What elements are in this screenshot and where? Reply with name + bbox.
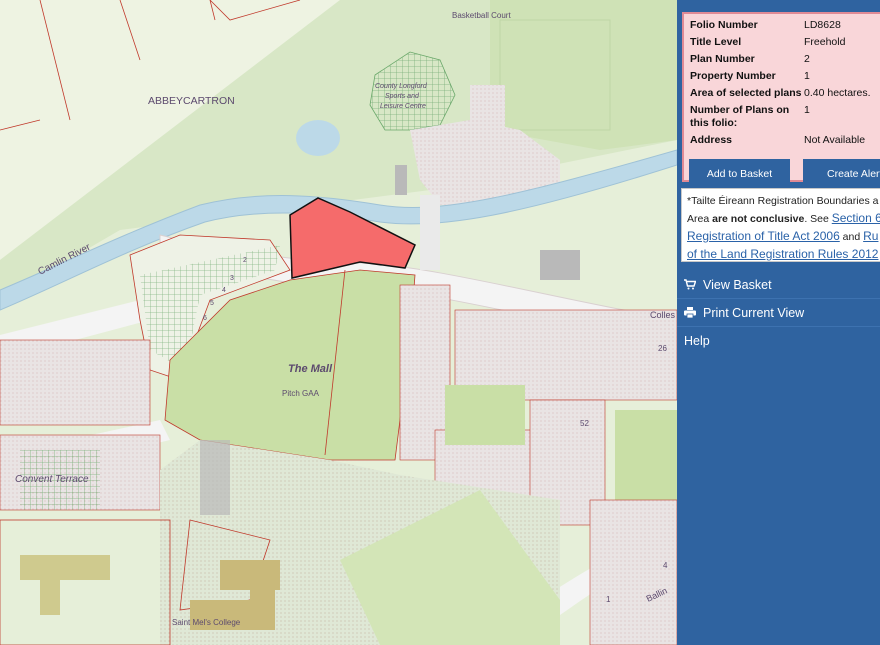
building-east	[540, 250, 580, 280]
print-view-label: Print Current View	[703, 305, 805, 320]
colles-road-label: Colles	[650, 310, 676, 320]
college-label: Saint Mel's College	[172, 618, 241, 627]
folio-row-label: Plan Number	[690, 53, 755, 65]
folio-row-value: Not Available	[804, 134, 866, 146]
map-canvas[interactable]: ABBEYCARTRON Camlin River Basketball Cou…	[0, 0, 677, 645]
folio-row: Plan Number 2	[690, 52, 880, 69]
folio-row: Number of Plans on this folio: 1	[690, 103, 880, 133]
house-number-1: 1	[606, 595, 611, 604]
folio-row: Property Number 1	[690, 69, 880, 86]
print-view-menu-item[interactable]: Print Current View	[677, 299, 880, 327]
building-shed	[395, 165, 407, 195]
plot-number-5: 5	[210, 300, 214, 307]
disclaimer-line-4: of the Land Registration Rules 2012	[687, 246, 880, 261]
house-number-26: 26	[658, 344, 667, 353]
car-park	[200, 440, 230, 515]
boundary-disclaimer: *Tailte Éireann Registration Boundaries …	[681, 188, 880, 262]
folio-row-value: 1	[804, 70, 810, 82]
disclaimer-line-2: Area are not conclusive. See Section 6	[687, 210, 880, 228]
folio-row-label: Area of selected plans	[690, 87, 802, 99]
cart-icon	[677, 279, 703, 290]
folio-row: Address Not Available	[690, 133, 880, 150]
section-6-link[interactable]: Section 6	[832, 211, 880, 225]
registration-act-link[interactable]: Registration of Title Act 2006	[687, 229, 840, 243]
disclaimer-bold: are not conclusive	[712, 213, 805, 225]
folio-info-box: Folio Number LD8628 Title Level Freehold Pla…	[682, 12, 880, 189]
basketball-label: Basketball Court	[452, 11, 511, 20]
view-basket-menu-item[interactable]: View Basket	[677, 271, 880, 299]
create-alert-button[interactable]: Create Alert	[803, 159, 880, 189]
help-menu-item[interactable]: Help	[677, 327, 880, 355]
folio-row: Title Level Freehold	[690, 35, 880, 52]
folio-row: Folio Number LD8628	[690, 18, 880, 35]
townland-label: ABBEYCARTRON	[148, 95, 235, 107]
folio-row-value: Freehold	[804, 36, 846, 48]
folio-row-value: LD8628	[804, 19, 841, 31]
folio-row-value: 1	[804, 104, 810, 116]
map-view[interactable]: ABBEYCARTRON Camlin River Basketball Cou…	[0, 0, 677, 645]
printer-icon	[677, 307, 703, 318]
view-basket-label: View Basket	[703, 277, 772, 292]
folio-row-label: Address	[690, 134, 733, 146]
folio-info-table: Folio Number LD8628 Title Level Freehold Pla…	[690, 18, 880, 150]
plot-number-2: 2	[243, 257, 247, 264]
folio-row-label: Property Number	[690, 70, 776, 82]
help-label: Help	[684, 334, 710, 348]
plot-number-3: 3	[230, 275, 234, 282]
disclaimer-text: and	[839, 231, 864, 243]
folio-row-label: Title Level	[690, 36, 742, 48]
folio-row-label: Folio Number	[690, 19, 758, 31]
pond	[296, 120, 340, 156]
disclaimer-text: . See	[804, 213, 832, 225]
the-mall-label: The Mall	[288, 363, 333, 375]
disclaimer-line-3: Registration of Title Act 2006 and Ru	[687, 228, 880, 246]
land-registration-rules-link[interactable]: of the Land Registration Rules 2012	[687, 247, 878, 261]
disclaimer-line-1: *Tailte Éireann Registration Boundaries …	[687, 195, 879, 207]
house-number-4: 4	[663, 561, 668, 570]
plot-number-6: 6	[203, 315, 207, 322]
rules-link[interactable]: Ru	[863, 229, 878, 243]
folio-row-label: Number of Plans on this folio:	[690, 104, 790, 129]
folio-row: Area of selected plans 0.40 hectares.	[690, 86, 880, 103]
leisure-label-1: County Longford	[375, 83, 428, 90]
building-block	[470, 85, 505, 130]
house-number-52: 52	[580, 419, 589, 428]
side-panel: Folio Number LD8628 Title Level Freehold Pla…	[677, 0, 880, 645]
access-road	[420, 195, 440, 270]
terrace-label: Convent Terrace	[15, 474, 89, 485]
plot-number-4: 4	[222, 287, 226, 294]
playing-field-north	[490, 0, 677, 150]
add-to-basket-button[interactable]: Add to Basket	[689, 159, 790, 189]
leisure-label-3: Leisure Centre	[380, 103, 426, 110]
folio-row-value: 0.40 hectares.	[804, 87, 871, 99]
folio-row-value: 2	[804, 53, 810, 65]
leisure-label-2: Sports and	[385, 93, 420, 100]
pitch-label: Pitch GAA	[282, 389, 320, 398]
disclaimer-text: Area	[687, 213, 713, 225]
